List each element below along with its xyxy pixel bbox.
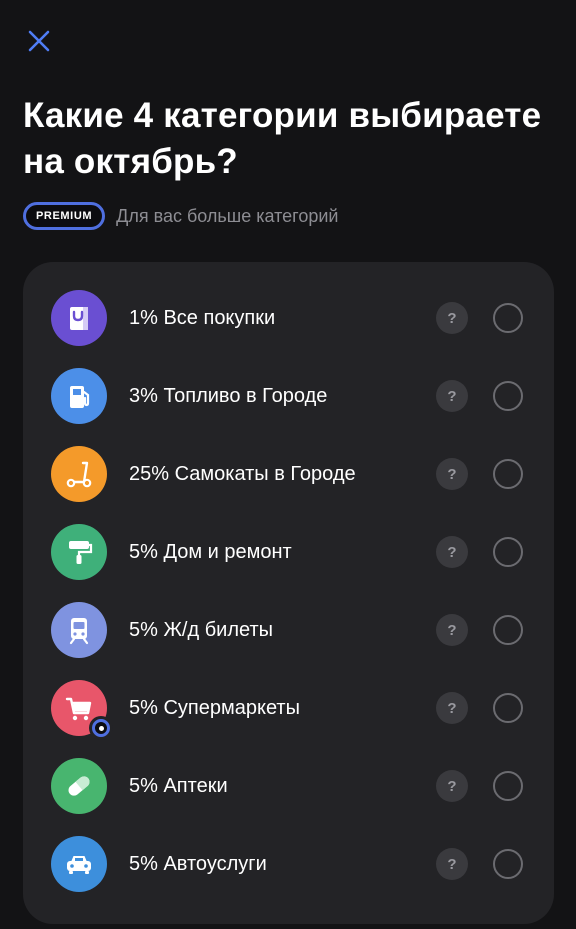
category-row-pharmacies[interactable]: 5% Аптеки ?	[23, 747, 554, 825]
category-label: 1% Все покупки	[129, 307, 276, 329]
category-radio[interactable]	[493, 693, 523, 723]
category-label: 25% Самокаты в Городе	[129, 463, 356, 485]
category-icon	[51, 836, 107, 892]
category-selection-screen: Какие 4 категории выбираете на октябрь? …	[0, 0, 576, 929]
category-row-scooters[interactable]: 25% Самокаты в Городе ?	[23, 435, 554, 513]
category-row-train-tickets[interactable]: 5% Ж/д билеты ?	[23, 591, 554, 669]
premium-badge: PREMIUM	[23, 202, 106, 230]
premium-dot-icon	[92, 719, 110, 737]
category-icon	[51, 446, 107, 502]
car-icon	[67, 856, 91, 874]
premium-row: PREMIUM Для вас больше категорий	[23, 202, 338, 230]
help-button[interactable]: ?	[436, 770, 468, 802]
category-label: 3% Топливо в Городе	[129, 385, 328, 407]
category-icon	[51, 368, 107, 424]
help-button[interactable]: ?	[436, 302, 468, 334]
category-list: 1% Все покупки ? 3% Топливо в Городе ? 2…	[23, 262, 554, 924]
help-button[interactable]: ?	[436, 380, 468, 412]
category-row-all-purchases[interactable]: 1% Все покупки ?	[23, 279, 554, 357]
close-button[interactable]	[20, 22, 58, 60]
category-label: 5% Дом и ремонт	[129, 541, 292, 563]
fuel-pump-icon	[70, 386, 90, 408]
category-row-fuel[interactable]: 3% Топливо в Городе ?	[23, 357, 554, 435]
page-title: Какие 4 категории выбираете на октябрь?	[23, 96, 542, 181]
paint-roller-icon	[69, 541, 93, 564]
category-icon	[51, 524, 107, 580]
category-icon	[51, 290, 107, 346]
category-row-auto-services[interactable]: 5% Автоуслуги ?	[23, 825, 554, 903]
help-button[interactable]: ?	[436, 614, 468, 646]
category-radio[interactable]	[493, 537, 523, 567]
category-radio[interactable]	[493, 459, 523, 489]
shopping-bag-icon	[70, 307, 88, 330]
category-radio[interactable]	[493, 615, 523, 645]
category-row-supermarkets[interactable]: 5% Супермаркеты ?	[23, 669, 554, 747]
category-radio[interactable]	[493, 771, 523, 801]
help-button[interactable]: ?	[436, 458, 468, 490]
category-row-home-repair[interactable]: 5% Дом и ремонт ?	[23, 513, 554, 591]
category-radio[interactable]	[493, 303, 523, 333]
category-radio[interactable]	[493, 381, 523, 411]
category-radio[interactable]	[493, 849, 523, 879]
category-label: 5% Ж/д билеты	[129, 619, 274, 641]
category-icon	[51, 602, 107, 658]
train-icon	[69, 618, 89, 645]
scooter-icon	[66, 461, 92, 488]
category-label: 5% Аптеки	[129, 775, 228, 797]
help-button[interactable]: ?	[436, 536, 468, 568]
help-button[interactable]: ?	[436, 692, 468, 724]
category-label: 5% Супермаркеты	[129, 697, 300, 719]
premium-description: Для вас больше категорий	[116, 205, 339, 226]
close-icon	[28, 30, 50, 52]
category-icon	[51, 758, 107, 814]
category-label: 5% Автоуслуги	[129, 853, 267, 875]
pill-icon	[68, 776, 90, 796]
category-icon	[51, 680, 113, 740]
help-button[interactable]: ?	[436, 848, 468, 880]
premium-mini-badge	[89, 716, 113, 740]
